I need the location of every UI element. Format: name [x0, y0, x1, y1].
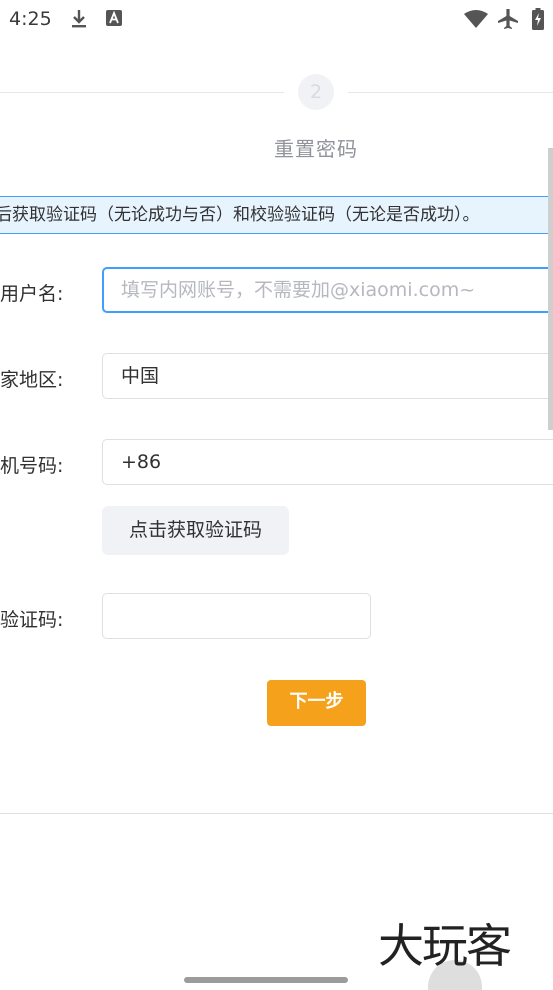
phone-input[interactable]: +86 [102, 439, 553, 485]
username-placeholder: 填写内网账号，不需要加@xiaomi.com~ [121, 279, 476, 301]
username-label: 用户名: [0, 283, 64, 305]
scrollbar[interactable] [548, 148, 553, 430]
info-alert: 后获取验证码（无论成功与否）和校验验证码（无论是否成功）。 [0, 196, 553, 234]
status-bar: 4:25 [0, 0, 553, 38]
watermark: 大玩客 [378, 919, 512, 973]
step-line-right [348, 92, 553, 93]
status-time: 4:25 [9, 8, 52, 30]
username-input[interactable]: 填写内网账号，不需要加@xiaomi.com~ [102, 267, 553, 313]
step-2-title: 重置密码 [274, 137, 358, 161]
region-select[interactable]: 中国 [102, 353, 553, 399]
region-value: 中国 [121, 365, 160, 387]
download-icon [72, 10, 86, 28]
step-line-left [0, 92, 284, 93]
alert-text: 后获取验证码（无论成功与否）和校验验证码（无论是否成功）。 [0, 205, 480, 225]
region-label: 家地区: [0, 369, 64, 391]
phone-label: 机号码: [0, 455, 64, 477]
footer-divider [0, 813, 553, 814]
get-code-button[interactable]: 点击获取验证码 [102, 506, 289, 555]
step-2-circle: 2 [298, 74, 334, 110]
wifi-icon [464, 10, 488, 28]
battery-icon [532, 8, 544, 30]
airplane-icon [498, 9, 518, 29]
code-input[interactable] [102, 593, 371, 639]
next-step-button[interactable]: 下一步 [267, 680, 366, 726]
gesture-nav-bar[interactable] [184, 977, 348, 983]
phone-value: +86 [121, 451, 162, 473]
code-label: 验证码: [0, 609, 64, 631]
a-icon [106, 10, 122, 26]
